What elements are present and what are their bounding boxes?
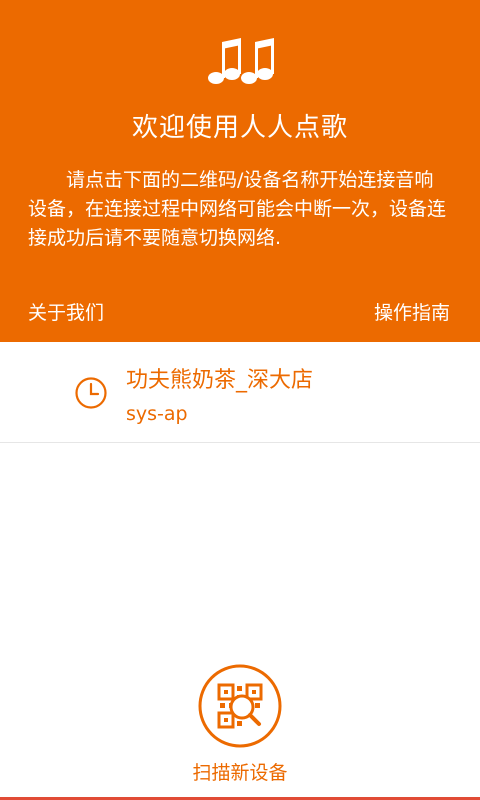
qr-scan-icon <box>217 683 263 729</box>
device-name: 功夫熊奶茶_深大店 <box>126 368 314 393</box>
welcome-header: 欢迎使用人人点歌 请点击下面的二维码/设备名称开始连接音响设备，在连接过程中网络… <box>0 0 480 342</box>
user-guide-link[interactable]: 操作指南 <box>374 298 450 328</box>
clock-icon <box>75 377 107 409</box>
page-title: 欢迎使用人人点歌 <box>131 113 348 143</box>
app-screen: 欢迎使用人人点歌 请点击下面的二维码/设备名称开始连接音响设备，在连接过程中网络… <box>0 0 480 800</box>
scan-new-device-button[interactable] <box>198 664 282 748</box>
connection-instructions: 请点击下面的二维码/设备名称开始连接音响设备，在连接过程中网络可能会中断一次，设… <box>28 169 447 249</box>
music-notes-icon <box>208 38 274 84</box>
scan-new-device-label[interactable]: 扫描新设备 <box>0 758 480 788</box>
device-list-item[interactable]: 功夫熊奶茶_深大店 sys-ap <box>0 342 480 443</box>
about-us-link[interactable]: 关于我们 <box>28 298 104 328</box>
device-ssid: sys-ap <box>126 403 188 425</box>
